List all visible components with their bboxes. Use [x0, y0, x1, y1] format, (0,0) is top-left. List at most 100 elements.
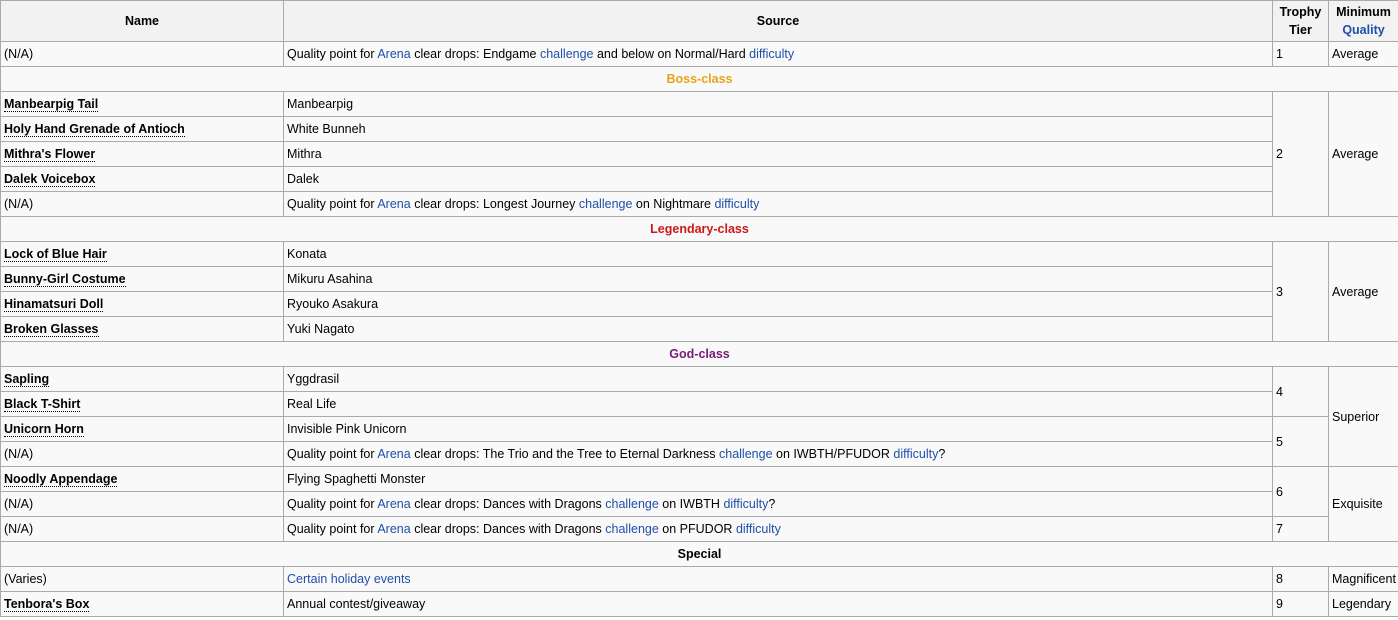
trophy-table: Name Source Trophy Tier Minimum Quality (N… [0, 0, 1398, 617]
item-link[interactable]: Noodly Appendage [4, 472, 118, 487]
trophy-tier: 6 [1272, 466, 1329, 517]
table-row: (N/A) Quality point for Arena clear drop… [0, 41, 1398, 67]
item-name: Hinamatsuri Doll [0, 291, 284, 317]
item-source: Manbearpig [283, 91, 1273, 117]
table-row: Tenbora's Box Annual contest/giveaway 9 … [0, 591, 1398, 617]
section-god-class: God-class [0, 341, 1398, 367]
item-source: Mikuru Asahina [283, 266, 1273, 292]
item-name: Broken Glasses [0, 316, 284, 342]
item-source: Dalek [283, 166, 1273, 192]
source-text: Quality point for [287, 497, 375, 511]
item-name: (N/A) [0, 491, 284, 517]
challenge-link[interactable]: challenge [540, 47, 594, 61]
minimum-quality-column-header: Minimum Quality [1328, 0, 1398, 42]
item-link[interactable]: Lock of Blue Hair [4, 247, 107, 262]
difficulty-link[interactable]: difficulty [749, 47, 794, 61]
minimum-quality: Average [1328, 91, 1398, 217]
source-text: Quality point for [287, 447, 375, 461]
item-link[interactable]: Hinamatsuri Doll [4, 297, 104, 312]
item-source: White Bunneh [283, 116, 1273, 142]
item-name: Sapling [0, 366, 284, 392]
difficulty-link[interactable]: difficulty [714, 197, 759, 211]
table-row: Hinamatsuri Doll Ryouko Asakura [0, 291, 1398, 317]
arena-link[interactable]: Arena [377, 447, 410, 461]
item-source: Flying Spaghetti Monster [283, 466, 1273, 492]
challenge-name: Endgame [482, 47, 537, 61]
source-text: on [776, 447, 790, 461]
section-boss-class: Boss-class [0, 66, 1398, 92]
item-link[interactable]: Dalek Voicebox [4, 172, 96, 187]
item-source: Quality point for Arena clear drops: Lon… [283, 191, 1273, 217]
table-row: Noodly Appendage Flying Spaghetti Monste… [0, 466, 1398, 542]
minimum-quality: Exquisite [1328, 466, 1398, 542]
source-text: and below on Normal/Hard [596, 47, 746, 61]
difficulty-link[interactable]: difficulty [723, 497, 768, 511]
table-row: Sapling Yggdrasil 4 Superior [0, 366, 1398, 467]
challenge-link[interactable]: challenge [719, 447, 773, 461]
holiday-events-link[interactable]: Certain holiday events [287, 572, 411, 586]
source-column-header: Source [283, 0, 1273, 42]
minimum-quality: Legendary [1328, 591, 1398, 617]
item-name: (Varies) [0, 566, 284, 592]
difficulty-link[interactable]: difficulty [893, 447, 938, 461]
item-name: Dalek Voicebox [0, 166, 284, 192]
item-name: Mithra's Flower [0, 141, 284, 167]
item-link[interactable]: Sapling [4, 372, 50, 387]
section-legendary-class: Legendary-class [0, 216, 1398, 242]
item-name: Tenbora's Box [0, 591, 284, 617]
challenge-name: Dances with Dragons [482, 522, 602, 536]
table-row: Lock of Blue Hair Konata 3 Average [0, 241, 1398, 342]
item-link[interactable]: Mithra's Flower [4, 147, 96, 162]
trophy-tier: 5 [1272, 416, 1329, 467]
item-source: Yggdrasil [283, 366, 1273, 392]
quality-link[interactable]: Quality [1342, 23, 1384, 37]
item-source: Quality point for Arena clear drops: Dan… [283, 491, 1273, 517]
challenge-name: The Trio and the Tree to Eternal Darknes… [482, 447, 716, 461]
item-source: Certain holiday events [283, 566, 1273, 592]
item-link[interactable]: Broken Glasses [4, 322, 99, 337]
item-source: Yuki Nagato [283, 316, 1273, 342]
trophy-tier: 4 [1272, 366, 1329, 417]
trophy-tier-column-header: Trophy Tier [1272, 0, 1329, 42]
source-text: clear drops: [414, 47, 480, 61]
table-row: Bunny-Girl Costume Mikuru Asahina [0, 266, 1398, 292]
item-name: (N/A) [0, 441, 284, 467]
minimum-quality: Superior [1328, 366, 1398, 467]
trophy-tier: 2 [1272, 91, 1329, 217]
challenge-link[interactable]: challenge [605, 522, 659, 536]
trophy-tier: 9 [1272, 591, 1329, 617]
item-name: Noodly Appendage [0, 466, 284, 492]
trophy-tier: 1 [1272, 41, 1329, 67]
difficulty-link[interactable]: difficulty [736, 522, 781, 536]
source-text: ? [938, 447, 946, 461]
table-row: Unicorn Horn Invisible Pink Unicorn 5 [0, 416, 1398, 467]
item-name: Holy Hand Grenade of Antioch [0, 116, 284, 142]
item-source: Invisible Pink Unicorn [283, 416, 1273, 442]
item-name: Lock of Blue Hair [0, 241, 284, 267]
item-link[interactable]: Bunny-Girl Costume [4, 272, 126, 287]
challenge-link[interactable]: challenge [605, 497, 659, 511]
item-link[interactable]: Holy Hand Grenade of Antioch [4, 122, 185, 137]
section-header-row: Legendary-class [0, 216, 1398, 242]
item-source: Real Life [283, 391, 1273, 417]
arena-link[interactable]: Arena [377, 197, 410, 211]
table-row: (N/A) Quality point for Arena clear drop… [0, 516, 1398, 542]
item-link[interactable]: Manbearpig Tail [4, 97, 99, 112]
arena-link[interactable]: Arena [377, 497, 410, 511]
arena-link[interactable]: Arena [377, 522, 410, 536]
source-text: ? [768, 497, 776, 511]
challenge-link[interactable]: challenge [579, 197, 633, 211]
source-text: clear drops: [414, 522, 480, 536]
minimum-quality: Average [1328, 241, 1398, 342]
table-row: (N/A) Quality point for Arena clear drop… [0, 441, 1398, 467]
item-link[interactable]: Unicorn Horn [4, 422, 84, 437]
item-link[interactable]: Tenbora's Box [4, 597, 90, 612]
source-text: on [662, 522, 677, 536]
header-text: Tier [1289, 23, 1312, 37]
section-special: Special [0, 541, 1398, 567]
header-text: Trophy [1279, 5, 1322, 19]
arena-link[interactable]: Arena [377, 47, 410, 61]
item-name: (N/A) [0, 516, 284, 542]
item-link[interactable]: Black T-Shirt [4, 397, 81, 412]
table-row: Mithra's Flower Mithra [0, 141, 1398, 167]
